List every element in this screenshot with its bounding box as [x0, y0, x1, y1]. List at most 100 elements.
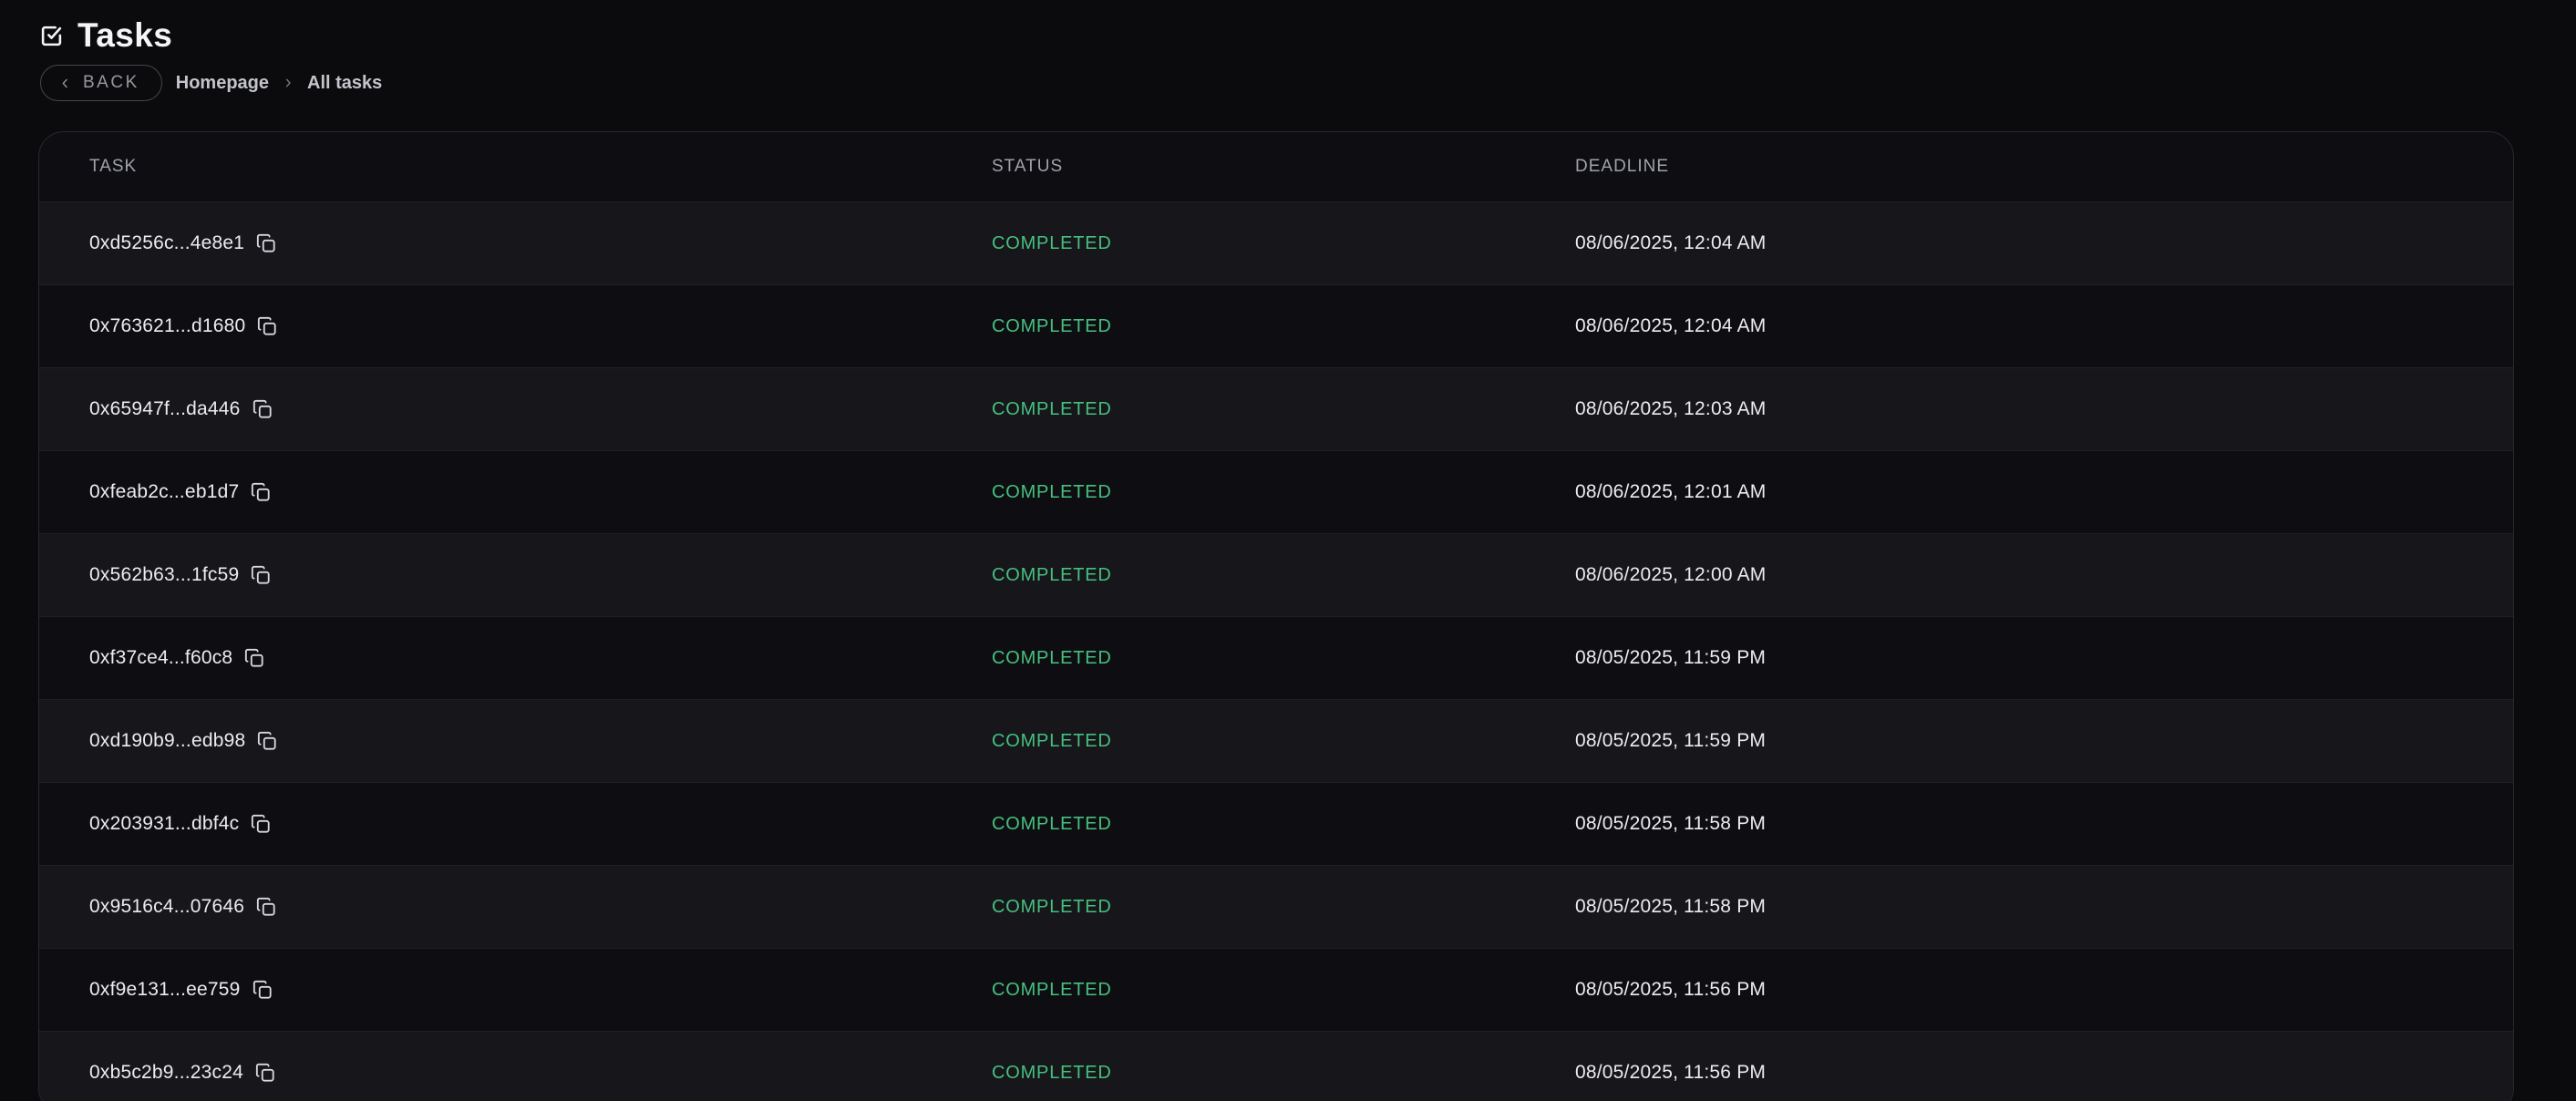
table-row[interactable]: 0xb5c2b9...23c24 COMPLETED 08/05/2025, 1… [39, 1031, 2513, 1101]
deadline-cell: 08/05/2025, 11:56 PM [1575, 979, 2513, 1001]
status-cell: COMPLETED [992, 648, 1575, 669]
task-cell: 0x9516c4...07646 [89, 896, 992, 918]
copy-icon[interactable] [257, 731, 277, 751]
task-id: 0xfeab2c...eb1d7 [89, 481, 239, 503]
status-cell: COMPLETED [992, 565, 1575, 586]
tasks-table: TASK STATUS DEADLINE 0xd5256c...4e8e1 CO… [38, 131, 2514, 1101]
task-cell: 0xfeab2c...eb1d7 [89, 481, 992, 503]
copy-icon[interactable] [251, 565, 271, 585]
status-label: COMPLETED [992, 897, 1112, 917]
task-cell: 0x203931...dbf4c [89, 813, 992, 835]
deadline-cell: 08/05/2025, 11:59 PM [1575, 647, 2513, 669]
status-label: COMPLETED [992, 814, 1112, 834]
status-cell: COMPLETED [992, 814, 1575, 835]
copy-icon[interactable] [256, 233, 276, 253]
task-id: 0xf37ce4...f60c8 [89, 647, 232, 669]
page-title: Tasks [77, 16, 172, 55]
status-label: COMPLETED [992, 482, 1112, 502]
deadline-cell: 08/05/2025, 11:56 PM [1575, 1062, 2513, 1084]
deadline-cell: 08/05/2025, 11:58 PM [1575, 813, 2513, 835]
copy-icon[interactable] [244, 648, 264, 668]
breadcrumb-all-tasks[interactable]: All tasks [307, 73, 382, 94]
status-label: COMPLETED [992, 316, 1112, 336]
square-check-icon [40, 25, 63, 47]
deadline-cell: 08/06/2025, 12:00 AM [1575, 564, 2513, 586]
copy-icon[interactable] [252, 399, 273, 419]
task-id: 0x65947f...da446 [89, 398, 241, 420]
status-cell: COMPLETED [992, 482, 1575, 503]
table-row[interactable]: 0x562b63...1fc59 COMPLETED 08/06/2025, 1… [39, 533, 2513, 616]
deadline-cell: 08/06/2025, 12:03 AM [1575, 398, 2513, 420]
deadline-label: 08/06/2025, 12:04 AM [1575, 315, 1767, 336]
deadline-cell: 08/05/2025, 11:58 PM [1575, 896, 2513, 918]
chevron-right-icon [282, 77, 294, 89]
copy-icon[interactable] [256, 897, 276, 917]
tasks-page: Tasks BACK Homepage All tasks TASK STATU… [0, 0, 2576, 1101]
task-id: 0xd5256c...4e8e1 [89, 232, 244, 254]
task-id: 0x763621...d1680 [89, 315, 245, 337]
status-cell: COMPLETED [992, 399, 1575, 420]
table-row[interactable]: 0xf9e131...ee759 COMPLETED 08/05/2025, 1… [39, 948, 2513, 1031]
column-header-task: TASK [89, 157, 992, 177]
breadcrumb-homepage[interactable]: Homepage [176, 73, 269, 94]
task-cell: 0xb5c2b9...23c24 [89, 1062, 992, 1084]
task-cell: 0xf9e131...ee759 [89, 979, 992, 1001]
copy-icon[interactable] [251, 814, 271, 834]
copy-icon[interactable] [252, 980, 273, 1000]
deadline-label: 08/06/2025, 12:04 AM [1575, 232, 1767, 253]
deadline-label: 08/05/2025, 11:59 PM [1575, 647, 1766, 668]
table-row[interactable]: 0xd190b9...edb98 COMPLETED 08/05/2025, 1… [39, 699, 2513, 782]
status-label: COMPLETED [992, 731, 1112, 751]
page-header: Tasks [40, 14, 172, 57]
status-label: COMPLETED [992, 1063, 1112, 1083]
table-row[interactable]: 0xfeab2c...eb1d7 COMPLETED 08/06/2025, 1… [39, 450, 2513, 533]
status-cell: COMPLETED [992, 897, 1575, 918]
task-id: 0xd190b9...edb98 [89, 730, 245, 752]
table-row[interactable]: 0x9516c4...07646 COMPLETED 08/05/2025, 1… [39, 865, 2513, 948]
deadline-label: 08/06/2025, 12:01 AM [1575, 481, 1767, 502]
table-header-row: TASK STATUS DEADLINE [39, 132, 2513, 201]
table-row[interactable]: 0x65947f...da446 COMPLETED 08/06/2025, 1… [39, 367, 2513, 450]
status-cell: COMPLETED [992, 980, 1575, 1001]
back-button-label: BACK [83, 73, 139, 93]
status-label: COMPLETED [992, 233, 1112, 253]
chevron-left-icon [58, 77, 72, 90]
task-id: 0xf9e131...ee759 [89, 979, 241, 1001]
deadline-label: 08/05/2025, 11:56 PM [1575, 979, 1766, 1000]
task-cell: 0xf37ce4...f60c8 [89, 647, 992, 669]
copy-icon[interactable] [255, 1063, 275, 1083]
status-cell: COMPLETED [992, 233, 1575, 254]
task-id: 0x562b63...1fc59 [89, 564, 239, 586]
copy-icon[interactable] [251, 482, 271, 502]
nav-row: BACK Homepage All tasks [40, 65, 382, 101]
deadline-cell: 08/06/2025, 12:04 AM [1575, 232, 2513, 254]
table-row[interactable]: 0x763621...d1680 COMPLETED 08/06/2025, 1… [39, 284, 2513, 367]
task-cell: 0x763621...d1680 [89, 315, 992, 337]
task-id: 0x9516c4...07646 [89, 896, 244, 918]
deadline-label: 08/05/2025, 11:58 PM [1575, 813, 1766, 834]
task-cell: 0x562b63...1fc59 [89, 564, 992, 586]
status-label: COMPLETED [992, 980, 1112, 1000]
task-id: 0x203931...dbf4c [89, 813, 239, 835]
status-label: COMPLETED [992, 648, 1112, 668]
copy-icon[interactable] [257, 316, 277, 336]
column-header-status: STATUS [992, 157, 1575, 177]
status-cell: COMPLETED [992, 316, 1575, 337]
table-body: 0xd5256c...4e8e1 COMPLETED 08/06/2025, 1… [39, 201, 2513, 1101]
task-cell: 0xd190b9...edb98 [89, 730, 992, 752]
deadline-label: 08/05/2025, 11:58 PM [1575, 896, 1766, 917]
table-row[interactable]: 0xf37ce4...f60c8 COMPLETED 08/05/2025, 1… [39, 616, 2513, 699]
back-button[interactable]: BACK [40, 65, 162, 101]
deadline-label: 08/06/2025, 12:00 AM [1575, 564, 1767, 585]
status-cell: COMPLETED [992, 731, 1575, 752]
table-row[interactable]: 0x203931...dbf4c COMPLETED 08/05/2025, 1… [39, 782, 2513, 865]
status-label: COMPLETED [992, 565, 1112, 585]
column-header-deadline: DEADLINE [1575, 157, 2513, 177]
task-cell: 0x65947f...da446 [89, 398, 992, 420]
table-row[interactable]: 0xd5256c...4e8e1 COMPLETED 08/06/2025, 1… [39, 201, 2513, 284]
deadline-cell: 08/05/2025, 11:59 PM [1575, 730, 2513, 752]
task-cell: 0xd5256c...4e8e1 [89, 232, 992, 254]
deadline-label: 08/05/2025, 11:56 PM [1575, 1062, 1766, 1083]
deadline-label: 08/05/2025, 11:59 PM [1575, 730, 1766, 751]
task-id: 0xb5c2b9...23c24 [89, 1062, 243, 1084]
